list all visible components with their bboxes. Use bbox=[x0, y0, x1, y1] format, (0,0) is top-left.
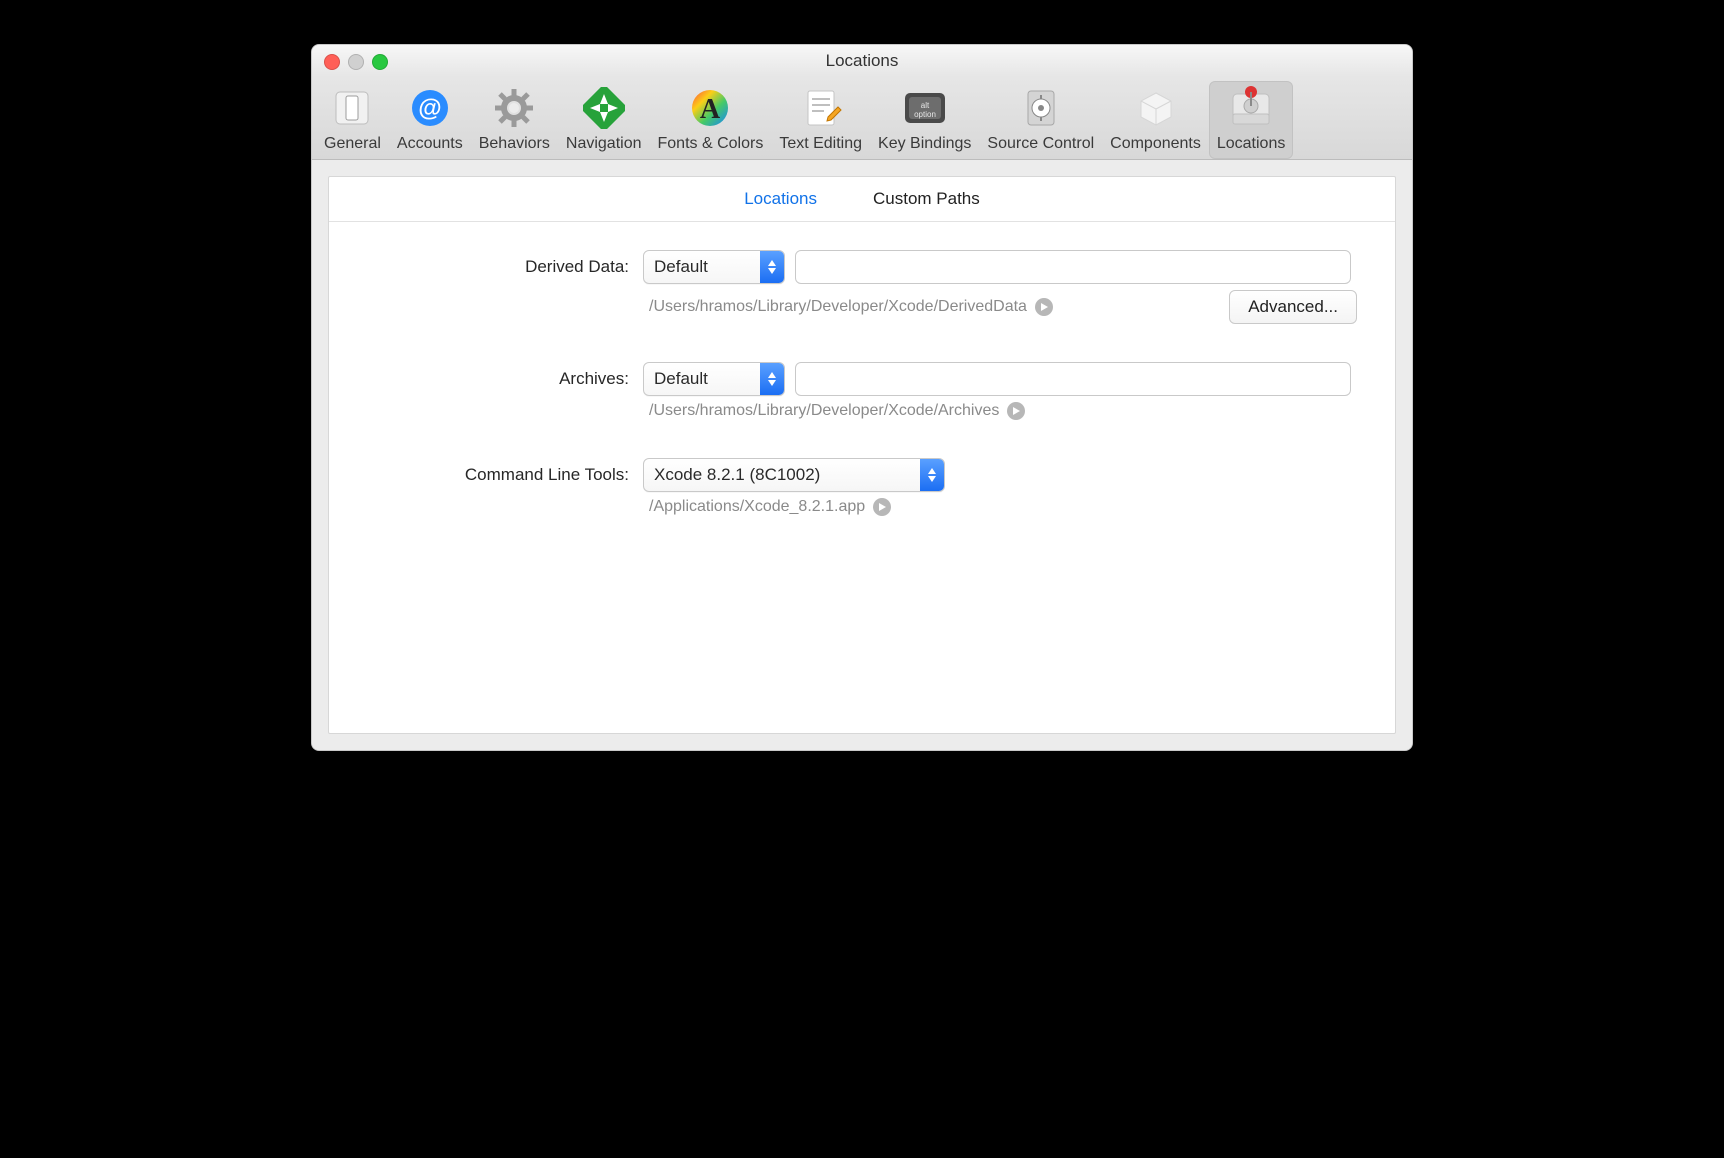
toolbar-label: Components bbox=[1110, 135, 1201, 153]
path-text: /Applications/Xcode_8.2.1.app bbox=[649, 498, 865, 516]
reveal-in-finder-icon[interactable] bbox=[873, 498, 891, 516]
subtab-custom-paths[interactable]: Custom Paths bbox=[873, 189, 980, 209]
popup-value: Default bbox=[644, 251, 760, 283]
toolbar-text-editing[interactable]: Text Editing bbox=[771, 81, 870, 159]
popup-value: Xcode 8.2.1 (8C1002) bbox=[644, 459, 920, 491]
toolbar-label: Navigation bbox=[566, 135, 642, 153]
content-panel: Locations Custom Paths Derived Data: Def… bbox=[328, 176, 1396, 734]
reveal-in-finder-icon[interactable] bbox=[1007, 402, 1025, 420]
derived-data-row: Derived Data: Default bbox=[361, 250, 1363, 284]
toolbar-label: Fonts & Colors bbox=[658, 135, 764, 153]
archives-row: Archives: Default bbox=[361, 362, 1363, 396]
toolbar-source-control[interactable]: Source Control bbox=[979, 81, 1102, 159]
reveal-in-finder-icon[interactable] bbox=[1035, 298, 1053, 316]
toolbar-fonts-colors[interactable]: A Fonts & Colors bbox=[650, 81, 772, 159]
device-icon bbox=[329, 85, 375, 131]
toolbar-label: Locations bbox=[1217, 135, 1286, 153]
button-label: Advanced... bbox=[1248, 297, 1338, 317]
scm-icon bbox=[1018, 85, 1064, 131]
svg-text:A: A bbox=[700, 94, 721, 125]
toolbar-general[interactable]: General bbox=[316, 81, 389, 159]
clt-path: /Applications/Xcode_8.2.1.app bbox=[643, 498, 1351, 516]
svg-text:option: option bbox=[914, 110, 936, 119]
derived-data-popup[interactable]: Default bbox=[643, 250, 785, 284]
derived-data-pathline: /Users/hramos/Library/Developer/Xcode/De… bbox=[361, 290, 1363, 324]
clt-pathline: /Applications/Xcode_8.2.1.app bbox=[361, 498, 1363, 516]
preferences-toolbar: General @ Accounts bbox=[312, 77, 1412, 160]
toolbar-accounts[interactable]: @ Accounts bbox=[389, 81, 471, 159]
at-icon: @ bbox=[407, 85, 453, 131]
derived-data-path: /Users/hramos/Library/Developer/Xcode/De… bbox=[643, 298, 1217, 316]
derived-data-advanced-button[interactable]: Advanced... bbox=[1229, 290, 1357, 324]
archives-label: Archives: bbox=[361, 369, 631, 389]
compass-icon bbox=[581, 85, 627, 131]
minimize-window-button[interactable] bbox=[348, 54, 364, 70]
window-title: Locations bbox=[312, 51, 1412, 71]
close-window-button[interactable] bbox=[324, 54, 340, 70]
locations-form: Derived Data: Default /Users/hramos/ bbox=[329, 222, 1395, 544]
package-icon bbox=[1133, 85, 1179, 131]
popup-stepper-icon bbox=[760, 363, 784, 395]
toolbar-label: Text Editing bbox=[779, 135, 862, 153]
archives-popup[interactable]: Default bbox=[643, 362, 785, 396]
toolbar-key-bindings[interactable]: alt option Key Bindings bbox=[870, 81, 979, 159]
subtab-bar: Locations Custom Paths bbox=[329, 177, 1395, 222]
svg-text:alt: alt bbox=[920, 101, 929, 110]
toolbar-label: General bbox=[324, 135, 381, 153]
toolbar-label: Accounts bbox=[397, 135, 463, 153]
toolbar-label: Source Control bbox=[987, 135, 1094, 153]
svg-text:@: @ bbox=[418, 95, 441, 122]
subtab-locations[interactable]: Locations bbox=[744, 189, 817, 209]
toolbar-behaviors[interactable]: Behaviors bbox=[471, 81, 558, 159]
popup-value: Default bbox=[644, 363, 760, 395]
content-area: Locations Custom Paths Derived Data: Def… bbox=[312, 160, 1412, 750]
derived-data-custom-field[interactable] bbox=[795, 250, 1351, 284]
titlebar: Locations bbox=[312, 45, 1412, 77]
archives-pathline: /Users/hramos/Library/Developer/Xcode/Ar… bbox=[361, 402, 1363, 420]
popup-stepper-icon bbox=[920, 459, 944, 491]
textedit-icon bbox=[798, 85, 844, 131]
zoom-window-button[interactable] bbox=[372, 54, 388, 70]
window-controls bbox=[324, 54, 388, 70]
toolbar-navigation[interactable]: Navigation bbox=[558, 81, 650, 159]
keycap-icon: alt option bbox=[902, 85, 948, 131]
clt-popup[interactable]: Xcode 8.2.1 (8C1002) bbox=[643, 458, 945, 492]
toolbar-components[interactable]: Components bbox=[1102, 81, 1209, 159]
toolbar-label: Behaviors bbox=[479, 135, 550, 153]
archives-custom-field[interactable] bbox=[795, 362, 1351, 396]
popup-stepper-icon bbox=[760, 251, 784, 283]
disk-icon bbox=[1228, 85, 1274, 131]
derived-data-label: Derived Data: bbox=[361, 257, 631, 277]
archives-path: /Users/hramos/Library/Developer/Xcode/Ar… bbox=[643, 402, 1351, 420]
clt-label: Command Line Tools: bbox=[361, 465, 631, 485]
toolbar-label: Key Bindings bbox=[878, 135, 971, 153]
fontcolor-icon: A bbox=[687, 85, 733, 131]
path-text: /Users/hramos/Library/Developer/Xcode/De… bbox=[649, 298, 1027, 316]
clt-row: Command Line Tools: Xcode 8.2.1 (8C1002) bbox=[361, 458, 1363, 492]
path-text: /Users/hramos/Library/Developer/Xcode/Ar… bbox=[649, 402, 999, 420]
toolbar-locations[interactable]: Locations bbox=[1209, 81, 1294, 159]
preferences-window: Locations General @ Accounts bbox=[311, 44, 1413, 751]
gear-icon bbox=[491, 85, 537, 131]
